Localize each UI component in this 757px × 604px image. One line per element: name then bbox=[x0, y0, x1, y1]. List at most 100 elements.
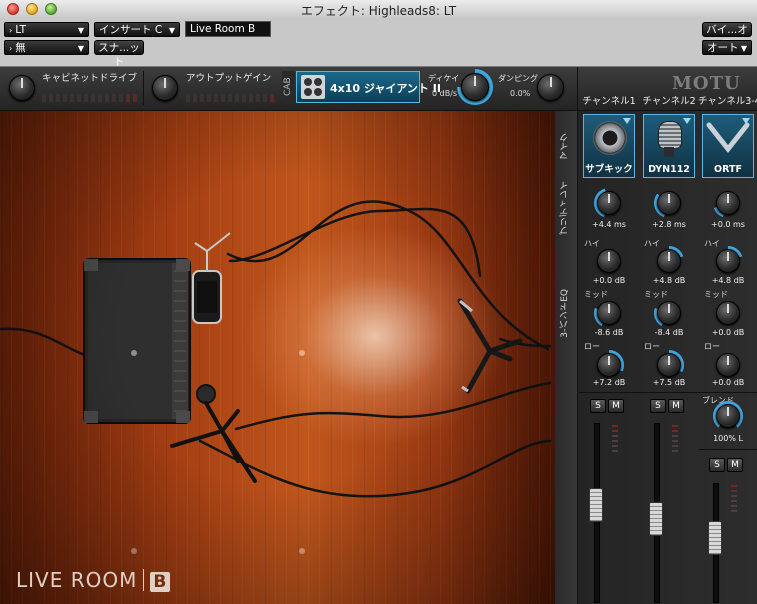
mic-menu-arrow-icon bbox=[683, 118, 691, 124]
channel-3-4-predelay-knob[interactable] bbox=[716, 191, 740, 215]
channel-3-4-mic-name: ORTF bbox=[714, 164, 742, 175]
channel-2-predelay-knob[interactable] bbox=[657, 191, 681, 215]
channel-1-mid-knob[interactable] bbox=[597, 301, 621, 325]
channel-2-solo-button[interactable]: S bbox=[650, 399, 666, 413]
channel-1-high-value: +0.0 dB bbox=[592, 276, 626, 285]
channel-2-mic-selector[interactable]: DYN112 bbox=[643, 114, 695, 178]
track-value: LT bbox=[15, 24, 27, 36]
room-view[interactable]: LIVE ROOM B bbox=[0, 111, 555, 604]
channel-1-mic-selector[interactable]: サブキック bbox=[583, 114, 635, 178]
insert-selector[interactable]: インサート C ▼ bbox=[94, 22, 180, 37]
cabinet-drive-meter bbox=[42, 87, 140, 102]
insert-value: インサート C bbox=[99, 24, 163, 36]
output-gain-label: アウトプットゲイン bbox=[186, 73, 272, 84]
channel-3-4-mid-knob[interactable] bbox=[716, 301, 740, 325]
cab-tag: CAB bbox=[282, 71, 295, 103]
channel-2-mid-value: -8.4 dB bbox=[654, 328, 684, 337]
channel-3-4-low-knob[interactable] bbox=[716, 353, 740, 377]
channel-1-predelay-knob[interactable] bbox=[597, 191, 621, 215]
small-arrow-icon: › bbox=[9, 44, 13, 53]
channel-2-high-knob[interactable] bbox=[657, 249, 681, 273]
window-title: エフェクト: Highleads8: LT bbox=[300, 4, 457, 18]
logo-letter: B bbox=[150, 572, 171, 592]
divider bbox=[577, 67, 578, 110]
low-label: ロー bbox=[644, 342, 660, 351]
high-label: ハイ bbox=[584, 239, 600, 248]
room-vignette bbox=[0, 111, 555, 604]
channel-2-low-knob[interactable] bbox=[657, 353, 681, 377]
cabinet-selector[interactable]: 4x10 ジャイアント II bbox=[296, 71, 441, 103]
sub-kick-mic-icon bbox=[593, 121, 627, 155]
channel-3-4-solo-button[interactable]: S bbox=[709, 458, 725, 472]
divider bbox=[143, 71, 144, 105]
high-label: ハイ bbox=[644, 239, 660, 248]
channel-3-4-mic-selector[interactable]: ORTF bbox=[702, 114, 754, 178]
channel-1-mid-value: -8.6 dB bbox=[594, 328, 624, 337]
channel-2-fader[interactable] bbox=[649, 502, 663, 537]
dynamic-mic-icon bbox=[658, 121, 682, 149]
high-label: ハイ bbox=[704, 239, 720, 248]
channel-2-high-value: +4.8 dB bbox=[652, 276, 686, 285]
channel-3-4-level-meter bbox=[731, 485, 737, 515]
channel-2-mute-button[interactable]: M bbox=[668, 399, 684, 413]
plugin-toolbar: ›LT ▼ インサート C ▼ Live Room B バイ...オフ ›無 ▼… bbox=[0, 18, 757, 68]
bypass-button[interactable]: バイ...オフ bbox=[702, 22, 752, 50]
channel-1-fader[interactable] bbox=[589, 487, 603, 522]
channel-3-4-high-knob[interactable] bbox=[716, 249, 740, 273]
channel-3-4-fader[interactable] bbox=[708, 520, 722, 555]
channel-2-level-meter bbox=[672, 425, 678, 455]
divider bbox=[579, 392, 639, 393]
channel-1-high-knob[interactable] bbox=[597, 249, 621, 273]
automation-selector[interactable]: オート ▼ bbox=[702, 40, 752, 55]
channel-1-solo-button[interactable]: S bbox=[590, 399, 606, 413]
cabinet-drive-knob[interactable] bbox=[9, 75, 35, 101]
channel-1-mute-button[interactable]: M bbox=[608, 399, 624, 413]
cabinet-name: 4x10 ジャイアント II bbox=[330, 82, 441, 95]
ortf-pair-icon bbox=[706, 122, 750, 154]
speaker-cabinet-icon bbox=[301, 75, 325, 99]
dropdown-arrow-icon: ▼ bbox=[168, 26, 175, 35]
preset-selector[interactable]: › 無 ▼ bbox=[4, 40, 89, 55]
channel-2-strip: チャンネル2 DYN112 +2.8 ms ハイ +4.8 dB ミッド -8.… bbox=[639, 96, 699, 604]
channel-2-low-value: +7.5 dB bbox=[652, 378, 686, 387]
dropdown-arrow-icon: ▼ bbox=[77, 26, 84, 35]
logo-separator bbox=[143, 569, 145, 591]
blend-knob[interactable] bbox=[716, 404, 740, 428]
damping-label: ダンピング bbox=[498, 74, 538, 83]
mixer-section-labels: マイク プリディレイ 3-バンドEQ bbox=[555, 111, 578, 604]
channel-3-4-mute-button[interactable]: M bbox=[727, 458, 743, 472]
channel-1-mic-name: サブキック bbox=[585, 164, 633, 175]
mic-menu-arrow-icon bbox=[623, 118, 631, 124]
mid-label: ミッド bbox=[704, 290, 728, 299]
channel-1-low-knob[interactable] bbox=[597, 353, 621, 377]
dropdown-arrow-icon: ▼ bbox=[77, 44, 84, 53]
plugin-name-field[interactable]: Live Room B bbox=[185, 21, 271, 37]
blend-value: 100% L bbox=[713, 434, 743, 443]
output-gain-knob[interactable] bbox=[152, 75, 178, 101]
channel-1-low-value: +7.2 dB bbox=[592, 378, 626, 387]
decay-knob[interactable] bbox=[461, 73, 489, 101]
channel-1-level-meter bbox=[612, 425, 618, 455]
channel-3-4-strip: チャンネル3-4 ORTF +0.0 ms ハイ +4.8 dB ミッド +0.… bbox=[698, 96, 757, 604]
divider bbox=[639, 392, 699, 393]
automation-value: オート bbox=[707, 42, 739, 54]
cabinet-drive-label: キャビネットドライブ bbox=[42, 73, 138, 84]
channel-2-predelay-value: +2.8 ms bbox=[652, 220, 686, 229]
decay-label: ディケイ bbox=[428, 74, 460, 83]
predelay-section-label: プリディレイ bbox=[560, 181, 570, 235]
logo-text: LIVE ROOM bbox=[16, 568, 138, 592]
snapshot-button[interactable]: スナ...ット bbox=[94, 40, 144, 68]
live-room-logo: LIVE ROOM B bbox=[16, 568, 171, 592]
channel-3-4-predelay-value: +0.0 ms bbox=[711, 220, 745, 229]
channel-1-header: チャンネル1 bbox=[582, 96, 636, 107]
mixer-panel: マイク プリディレイ 3-バンドEQ チャンネル1 サブキック +4.4 ms … bbox=[555, 96, 757, 604]
channel-2-mid-knob[interactable] bbox=[657, 301, 681, 325]
track-selector[interactable]: › LT ▼ bbox=[4, 22, 89, 37]
channel-3-4-header: チャンネル3-4 bbox=[698, 96, 757, 107]
damping-knob[interactable] bbox=[537, 74, 564, 101]
small-arrow-icon: › bbox=[9, 26, 13, 35]
divider bbox=[699, 392, 757, 393]
low-label: ロー bbox=[704, 342, 720, 351]
channel-1-strip: チャンネル1 サブキック +4.4 ms ハイ +0.0 dB ミッド -8.6… bbox=[579, 96, 639, 604]
channel-3-4-mid-value: +0.0 dB bbox=[711, 328, 745, 337]
